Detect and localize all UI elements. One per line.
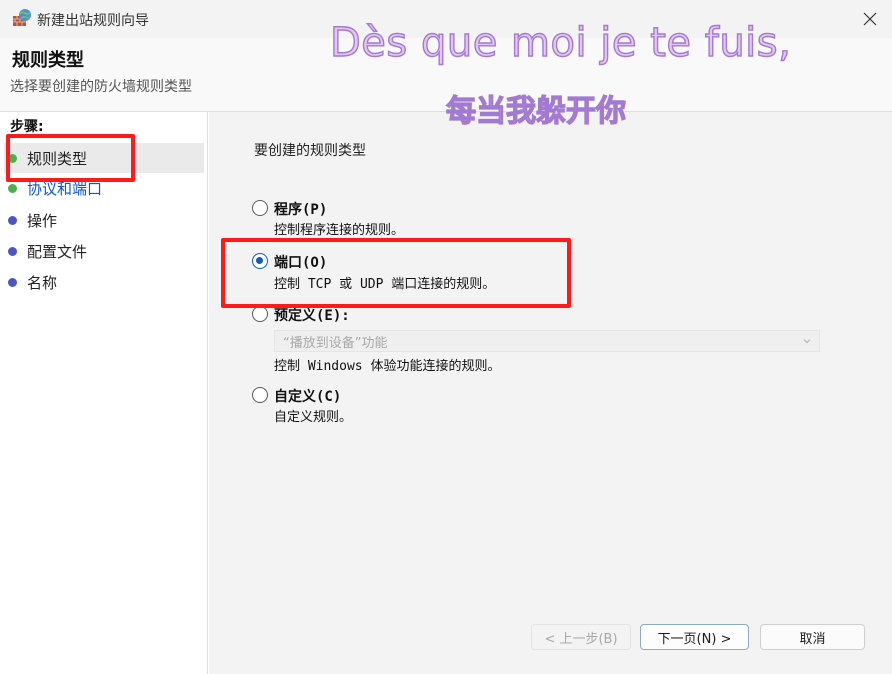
- cancel-button[interactable]: 取消: [760, 624, 865, 650]
- radio-custom[interactable]: [252, 387, 268, 403]
- sidebar-item-action[interactable]: 操作: [4, 205, 204, 235]
- close-button[interactable]: [852, 4, 888, 34]
- sidebar-item-label: 规则类型: [27, 149, 88, 168]
- rule-type-heading: 要创建的规则类型: [254, 143, 366, 159]
- radio-predefined[interactable]: [252, 306, 268, 322]
- step-bullet-icon: [8, 246, 17, 256]
- steps-sidebar: 步骤: 规则类型 协议和端口 操作 配置文件 名称: [0, 112, 208, 674]
- steps-label: 步骤:: [10, 119, 44, 135]
- sidebar-item-name[interactable]: 名称: [4, 267, 204, 297]
- close-icon: [863, 12, 877, 26]
- window-title: 新建出站规则向导: [37, 13, 149, 29]
- sidebar-item-label: 协议和端口: [27, 179, 103, 198]
- sidebar-item-rule-type[interactable]: 规则类型: [4, 143, 204, 173]
- option-custom-desc: 自定义规则。: [274, 410, 353, 425]
- sidebar-item-label: 名称: [27, 273, 58, 292]
- overlay-caption-french: Dès que moi je te fuis,: [329, 19, 792, 66]
- main-panel: 要创建的规则类型 程序(P) 控制程序连接的规则。 端口(O) 控制 TCP 或…: [209, 112, 892, 674]
- overlay-caption-chinese: 每当我躲开你: [445, 93, 626, 129]
- predefined-select-value: “播放到设备”功能: [283, 335, 388, 351]
- option-port-label[interactable]: 端口(O): [274, 252, 327, 272]
- option-program-label[interactable]: 程序(P): [274, 199, 327, 219]
- step-bullet-icon: [8, 183, 17, 193]
- page-subtitle: 选择要创建的防火墙规则类型: [10, 79, 192, 95]
- back-button[interactable]: < 上一步(B): [531, 624, 631, 650]
- next-button[interactable]: 下一页(N) >: [640, 624, 749, 650]
- chevron-down-icon: [803, 339, 811, 344]
- option-program-desc: 控制程序连接的规则。: [274, 223, 405, 238]
- option-predefined-label[interactable]: 预定义(E):: [274, 305, 350, 325]
- option-custom-label[interactable]: 自定义(C): [274, 386, 341, 406]
- step-bullet-icon: [8, 153, 17, 163]
- sidebar-item-label: 操作: [27, 211, 58, 230]
- sidebar-item-protocol-ports[interactable]: 协议和端口: [4, 173, 204, 203]
- step-bullet-icon: [8, 277, 17, 287]
- predefined-select[interactable]: “播放到设备”功能: [274, 330, 820, 352]
- page-title: 规则类型: [12, 50, 84, 71]
- sidebar-item-profile[interactable]: 配置文件: [4, 236, 204, 266]
- step-bullet-icon: [8, 215, 17, 225]
- option-predefined-desc: 控制 Windows 体验功能连接的规则。: [274, 359, 501, 374]
- option-port-desc: 控制 TCP 或 UDP 端口连接的规则。: [274, 277, 496, 292]
- sidebar-item-label: 配置文件: [27, 242, 88, 261]
- firewall-app-icon: [13, 9, 31, 26]
- radio-port[interactable]: [252, 253, 268, 269]
- radio-program[interactable]: [252, 200, 268, 216]
